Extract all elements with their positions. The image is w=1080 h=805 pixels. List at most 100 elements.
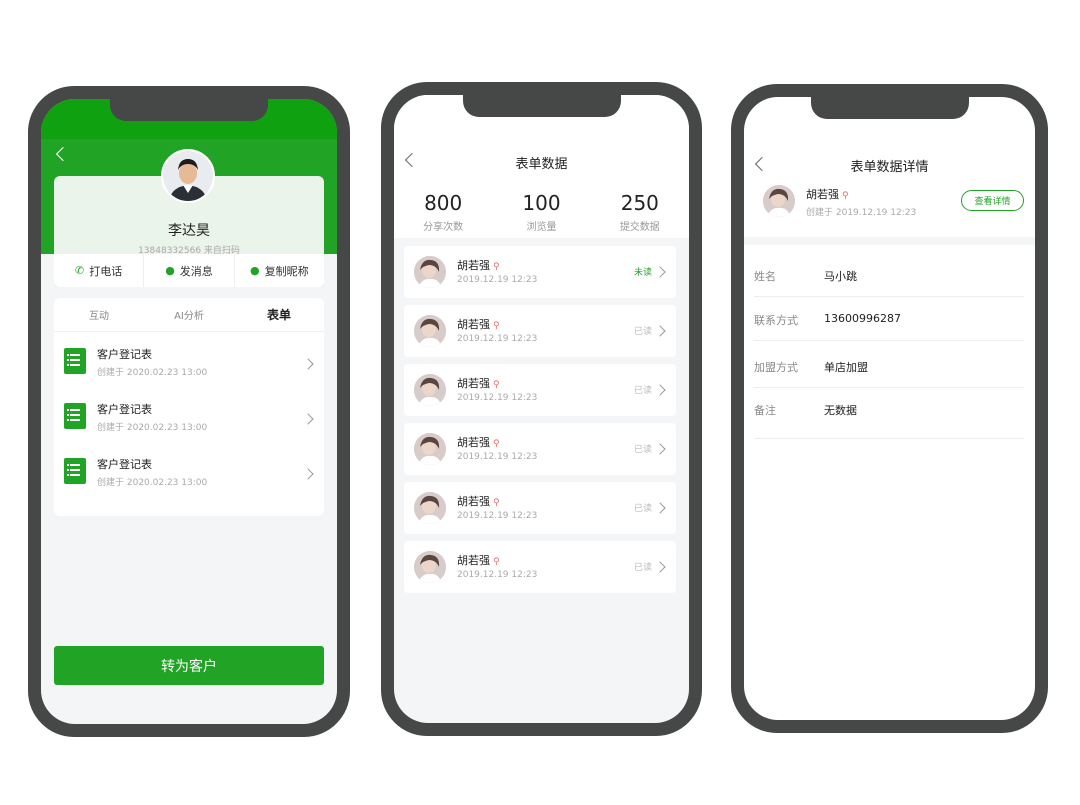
status-badge: 已读 (633, 327, 652, 337)
record-name: 胡若强 ⚲ (457, 257, 500, 273)
list-item[interactable]: 客户登记表 创建于 2020.02.23 13:00 (54, 442, 324, 497)
stat-submissions: 250 提交数据 (591, 191, 689, 233)
record-time: 2019.12.19 12:23 (457, 452, 538, 462)
chevron-right-icon (654, 561, 666, 573)
form-doc-icon (64, 348, 86, 374)
convert-to-customer-button[interactable]: 转为客户 (54, 646, 324, 685)
record-name-text: 胡若强 (457, 259, 490, 272)
view-details-button[interactable]: 查看详情 (961, 190, 1024, 211)
form-created: 创建于 2020.02.23 13:00 (97, 423, 208, 433)
record-name: 胡若强 ⚲ (457, 316, 500, 332)
record-name-text: 胡若强 (457, 318, 490, 331)
pin-icon: ⚲ (493, 498, 500, 508)
record-name: 胡若强 ⚲ (457, 375, 500, 391)
customer-phone-source: 13848332566 来自扫码 (138, 246, 240, 256)
avatar (414, 433, 446, 465)
record-name: 胡若强 ⚲ (457, 493, 500, 509)
phone-customer-profile: 李达昊 13848332566 来自扫码 ✆ 打电话 ● 发消息 ● 复制昵称 … (28, 86, 350, 737)
avatar (414, 492, 446, 524)
tab-ai-analysis[interactable]: AI分析 (144, 307, 234, 322)
message-label: 发消息 (179, 264, 213, 278)
call-button[interactable]: ✆ 打电话 (54, 254, 145, 287)
record-time: 2019.12.19 12:23 (457, 275, 538, 285)
customer-name: 李达昊 (168, 223, 210, 239)
avatar (414, 256, 446, 288)
list-item[interactable]: 客户登记表 创建于 2020.02.23 13:00 (54, 332, 324, 387)
chevron-right-icon (302, 358, 314, 370)
list-item[interactable]: 胡若强 ⚲ 2019.12.19 12:23 已读 (404, 364, 676, 416)
field-value: 单店加盟 (824, 361, 868, 374)
notch (110, 99, 268, 121)
field-value: 无数据 (824, 404, 857, 417)
submitter-name: 胡若强 ⚲ (806, 186, 849, 202)
list-item[interactable]: 胡若强 ⚲ 2019.12.19 12:23 未读 (404, 246, 676, 298)
copy-nickname-label: 复制昵称 (264, 264, 309, 278)
record-name-text: 胡若强 (457, 377, 490, 390)
screen: 李达昊 13848332566 来自扫码 ✆ 打电话 ● 发消息 ● 复制昵称 … (41, 99, 337, 724)
stats-row: 800 分享次数 100 浏览量 250 提交数据 (394, 191, 689, 233)
field-row-franchise: 加盟方式 单店加盟 (754, 344, 1024, 388)
form-created: 创建于 2020.02.23 13:00 (97, 368, 208, 378)
submitter-name-text: 胡若强 (806, 188, 839, 201)
form-doc-icon (64, 458, 86, 484)
record-name: 胡若强 ⚲ (457, 552, 500, 568)
list-item[interactable]: 客户登记表 创建于 2020.02.23 13:00 (54, 387, 324, 442)
field-row-remark: 备注 无数据 (754, 387, 1024, 439)
pin-icon: ⚲ (842, 191, 849, 201)
field-label: 姓名 (754, 270, 776, 283)
list-item[interactable]: 胡若强 ⚲ 2019.12.19 12:23 已读 (404, 482, 676, 534)
form-title: 客户登记表 (97, 403, 152, 416)
record-name: 胡若强 ⚲ (457, 434, 500, 450)
list-item[interactable]: 胡若强 ⚲ 2019.12.19 12:23 已读 (404, 541, 676, 593)
record-time: 2019.12.19 12:23 (457, 334, 538, 344)
screen: 表单数据 800 分享次数 100 浏览量 250 提交数据 胡若强 ⚲ 2019… (394, 95, 689, 723)
record-name-text: 胡若强 (457, 436, 490, 449)
message-button[interactable]: ● 发消息 (144, 254, 235, 287)
divider (744, 237, 1035, 245)
status-badge: 已读 (633, 386, 652, 396)
status-badge: 已读 (633, 563, 652, 573)
field-value: 13600996287 (824, 312, 901, 325)
pin-icon: ⚲ (493, 321, 500, 331)
list-item[interactable]: 胡若强 ⚲ 2019.12.19 12:23 已读 (404, 423, 676, 475)
stat-label: 浏览量 (526, 222, 557, 233)
avatar (763, 185, 795, 217)
field-label: 备注 (754, 404, 776, 417)
avatar (414, 374, 446, 406)
form-created: 创建于 2020.02.23 13:00 (97, 478, 208, 488)
avatar (161, 149, 215, 203)
tab-forms[interactable]: 表单 (234, 306, 324, 323)
form-title: 客户登记表 (97, 348, 152, 361)
notch (462, 95, 621, 117)
stat-shares: 800 分享次数 (394, 191, 492, 233)
stat-views: 100 浏览量 (492, 191, 590, 233)
field-value: 马小跳 (824, 270, 857, 283)
call-label: 打电话 (89, 264, 123, 278)
chevron-right-icon (302, 468, 314, 480)
tabs-card: 互动 AI分析 表单 客户登记表 创建于 2020.02.23 13:00 客户… (54, 298, 324, 516)
chevron-right-icon (654, 384, 666, 396)
list-item[interactable]: 胡若强 ⚲ 2019.12.19 12:23 已读 (404, 305, 676, 357)
copy-nickname-button[interactable]: ● 复制昵称 (235, 254, 324, 287)
record-name-text: 胡若强 (457, 495, 490, 508)
record-name-text: 胡若强 (457, 554, 490, 567)
record-time: 2019.12.19 12:23 (457, 511, 538, 521)
stat-label: 分享次数 (423, 222, 464, 233)
chevron-right-icon (302, 413, 314, 425)
status-badge: 未读 (633, 268, 652, 278)
record-time: 2019.12.19 12:23 (457, 393, 538, 403)
chevron-right-icon (654, 266, 666, 278)
status-badge: 已读 (633, 445, 652, 455)
field-row-name: 姓名 马小跳 (754, 253, 1024, 297)
tab-interaction[interactable]: 互动 (54, 307, 144, 322)
page-title: 表单数据详情 (850, 160, 929, 175)
pin-icon: ⚲ (493, 380, 500, 390)
field-label: 联系方式 (754, 314, 798, 327)
form-title: 客户登记表 (97, 458, 152, 471)
field-label: 加盟方式 (754, 361, 798, 374)
status-badge: 已读 (633, 504, 652, 514)
stat-value: 800 (424, 191, 463, 215)
chevron-right-icon (654, 443, 666, 455)
pin-icon: ⚲ (493, 439, 500, 449)
field-row-contact: 联系方式 13600996287 (754, 297, 1024, 341)
